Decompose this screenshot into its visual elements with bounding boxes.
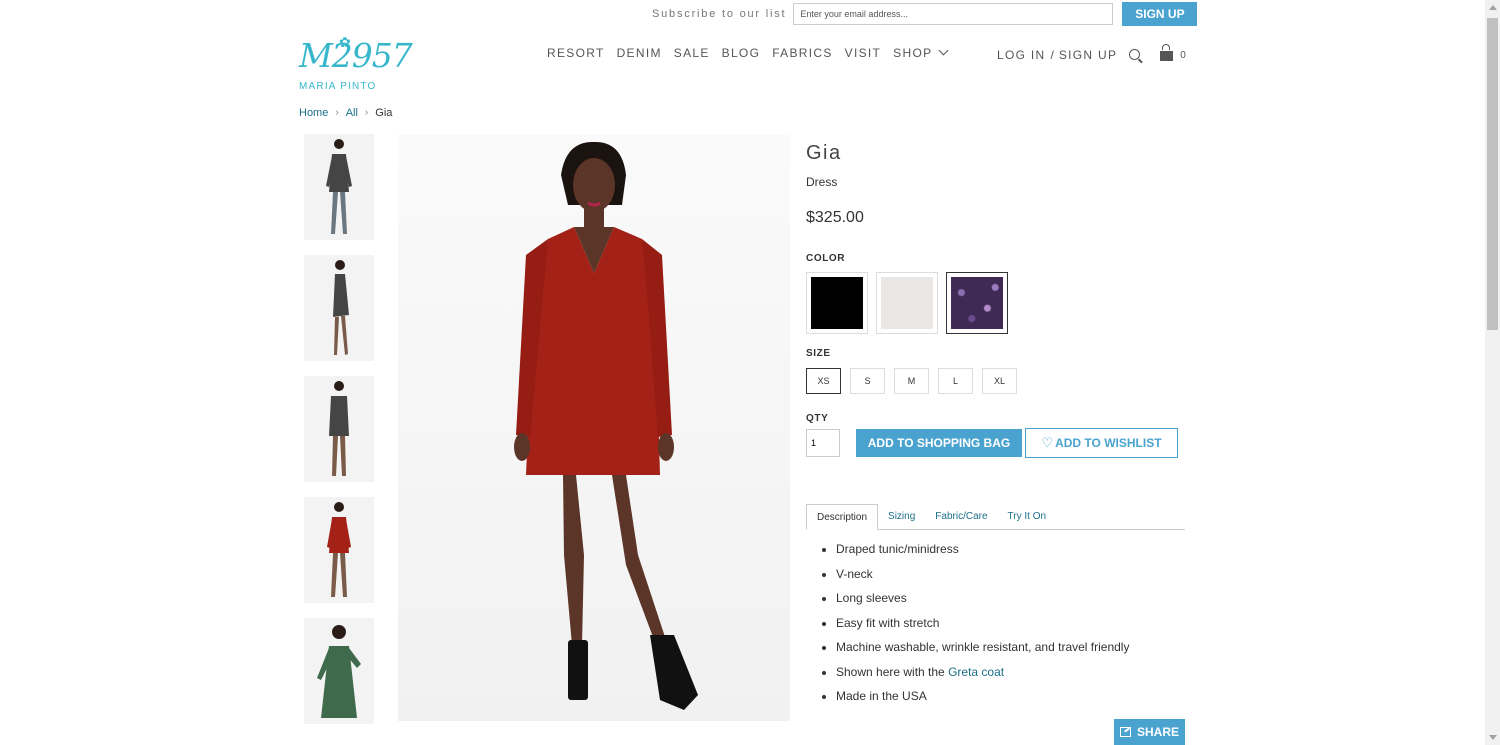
list-item-text: Shown here with the	[836, 664, 949, 679]
email-field[interactable]	[793, 3, 1114, 25]
nav-resort[interactable]: RESORT	[547, 46, 605, 60]
model-figure	[327, 502, 351, 597]
subscribe-label: Subscribe to our list	[652, 8, 787, 20]
chevron-right-icon: ›	[364, 107, 369, 118]
login-link[interactable]: LOG IN	[997, 48, 1045, 62]
color-swatch-black[interactable]	[806, 272, 868, 334]
qty-label: QTY	[806, 413, 829, 424]
swatch-fill	[811, 277, 863, 329]
main-nav: RESORT DENIM SALE BLOG FABRICS VISIT SHO…	[547, 45, 949, 60]
product-title: Gia	[806, 142, 842, 164]
size-option-m[interactable]: M	[894, 368, 929, 394]
product-thumbnail[interactable]	[304, 255, 374, 361]
model-figure	[329, 381, 349, 476]
breadcrumb-all[interactable]: All	[346, 107, 358, 119]
list-item: Long sleeves	[836, 591, 1186, 605]
size-option-l[interactable]: L	[938, 368, 973, 394]
nav-denim[interactable]: DENIM	[617, 46, 662, 60]
scroll-thumb[interactable]	[1487, 18, 1498, 330]
tab-fabric-care[interactable]: Fabric/Care	[925, 504, 997, 529]
color-swatches	[806, 272, 1186, 334]
breadcrumb: Home › All › Gia	[299, 107, 392, 119]
model-figure	[333, 260, 349, 355]
description-list: Draped tunic/minidress V-neck Long sleev…	[806, 542, 1186, 703]
account-separator: /	[1050, 48, 1054, 62]
add-to-bag-button[interactable]: ADD TO SHOPPING BAG	[856, 429, 1022, 457]
product-thumbnail[interactable]	[304, 134, 374, 240]
signup-button[interactable]: SIGN UP	[1122, 2, 1198, 26]
size-label: SIZE	[806, 348, 831, 359]
model-figure	[317, 625, 361, 718]
signup-link[interactable]: SIGN UP	[1059, 48, 1117, 62]
size-option-xs[interactable]: XS	[806, 368, 841, 394]
list-item: Easy fit with stretch	[836, 616, 1186, 630]
share-label: SHARE	[1136, 725, 1179, 739]
tab-try-it-on[interactable]: Try It On	[998, 504, 1057, 529]
tab-sizing[interactable]: Sizing	[878, 504, 925, 529]
product-price: $325.00	[806, 209, 864, 226]
color-label: COLOR	[806, 253, 846, 264]
scroll-up-icon[interactable]	[1489, 5, 1497, 10]
size-option-xl[interactable]: XL	[982, 368, 1017, 394]
cart-count[interactable]: 0	[1180, 50, 1186, 61]
swatch-fill	[951, 277, 1003, 329]
breadcrumb-home[interactable]: Home	[299, 107, 328, 119]
list-item: V-neck	[836, 567, 1186, 581]
add-to-wishlist-button[interactable]: ♡ ADD TO WISHLIST	[1025, 428, 1178, 458]
subscribe-bar: Subscribe to our list SIGN UP	[652, 2, 1198, 26]
list-item: Shown here with the Greta coat	[836, 665, 1186, 679]
nav-shop[interactable]: SHOP	[893, 45, 949, 60]
product-subtitle: Dress	[806, 175, 838, 189]
nav-fabrics[interactable]: FABRICS	[772, 46, 832, 60]
logo-mark: M2957	[299, 36, 413, 75]
add-to-wishlist-label: ADD TO WISHLIST	[1055, 436, 1162, 450]
list-item: Made in the USA	[836, 689, 1186, 703]
product-thumbnail[interactable]	[304, 376, 374, 482]
product-thumbnail[interactable]	[304, 497, 374, 603]
shopping-bag-icon[interactable]	[1160, 44, 1174, 61]
list-item: Machine washable, wrinkle resistant, and…	[836, 640, 1186, 654]
scrollbar[interactable]	[1485, 0, 1500, 745]
product-tabs: Description Sizing Fabric/Care Try It On	[806, 504, 1185, 530]
product-thumbnail[interactable]	[304, 618, 374, 724]
thumbnail-list	[304, 134, 374, 739]
tab-description[interactable]: Description	[806, 504, 879, 530]
model-figure	[326, 139, 352, 234]
size-option-s[interactable]: S	[850, 368, 885, 394]
main-product-image[interactable]	[398, 135, 790, 721]
color-swatch-purple-print[interactable]	[946, 272, 1008, 334]
greta-coat-link[interactable]: Greta coat	[948, 665, 1004, 679]
size-options: XS S M L XL	[806, 368, 1186, 394]
nav-shop-label: SHOP	[893, 46, 933, 60]
search-icon[interactable]	[1129, 48, 1141, 60]
account-area: LOG IN / SIGN UP 0	[997, 44, 1186, 62]
chevron-down-icon	[938, 45, 949, 56]
nav-sale[interactable]: SALE	[674, 46, 710, 60]
purchase-row: ADD TO SHOPPING BAG ♡ ADD TO WISHLIST	[806, 428, 1186, 458]
scroll-down-icon[interactable]	[1489, 735, 1497, 740]
chevron-right-icon: ›	[335, 107, 339, 118]
model-photo	[514, 141, 698, 710]
share-button[interactable]: SHARE	[1114, 719, 1185, 745]
heart-icon: ♡	[1041, 435, 1054, 450]
share-icon	[1120, 727, 1131, 737]
logo[interactable]: ✿ M2957 MARIA PINTO	[299, 34, 413, 94]
swatch-fill	[881, 277, 933, 329]
list-item: Draped tunic/minidress	[836, 542, 1186, 556]
product-info: Gia Dress $325.00 COLOR SIZE XS S M L XL…	[806, 142, 1186, 714]
color-swatch-ivory[interactable]	[876, 272, 938, 334]
nav-blog[interactable]: BLOG	[722, 46, 761, 60]
breadcrumb-current: Gia	[375, 107, 393, 119]
logo-text: MARIA PINTO	[299, 81, 377, 92]
quantity-field[interactable]	[806, 429, 840, 457]
nav-visit[interactable]: VISIT	[845, 46, 882, 60]
